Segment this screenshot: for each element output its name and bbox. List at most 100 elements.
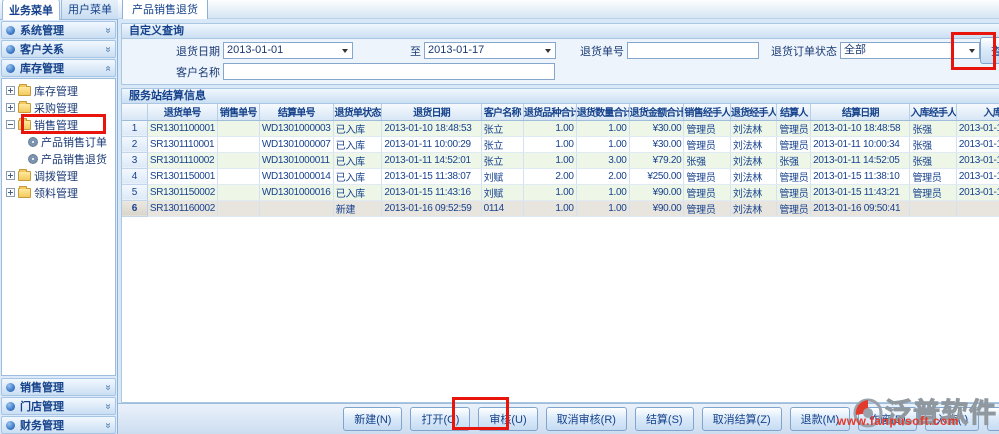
cell: ¥30.00 — [629, 136, 684, 152]
cancel-settle-button[interactable]: 取消结算(Z) — [702, 407, 782, 431]
cell: 管理员 — [777, 120, 811, 136]
expand-icon[interactable] — [6, 171, 15, 180]
cell: 张立 — [481, 136, 523, 152]
tab-user-menu[interactable]: 用户菜单 — [61, 0, 119, 19]
accordion-header[interactable]: 销售管理 — [1, 378, 116, 396]
cell: 已入库 — [333, 184, 382, 200]
accordion-header[interactable]: 门店管理 — [1, 397, 116, 415]
tree-item[interactable]: 销售管理 — [6, 116, 115, 133]
cell: WD1301000014 — [259, 168, 333, 184]
cell: 2013-01-11 14:54:27 — [956, 136, 999, 152]
return-no-input[interactable] — [627, 42, 759, 59]
table-row[interactable]: 4SR1301150001WD1301000014已入库2013-01-15 1… — [122, 168, 999, 184]
cell: 刘赋 — [481, 168, 523, 184]
table-row[interactable]: 1SR1301100001WD1301000003已入库2013-01-10 1… — [122, 120, 999, 136]
void-button[interactable]: 作废(E) — [858, 407, 917, 431]
accordion-header[interactable]: 库存管理 — [1, 59, 116, 77]
expand-icon[interactable] — [6, 86, 15, 95]
gear-icon — [28, 154, 38, 164]
tree-item[interactable]: 采购管理 — [6, 99, 115, 116]
cell: 2013-01-10 18:48:53 — [382, 120, 481, 136]
bullet-icon — [6, 421, 15, 430]
cell: 1.00 — [523, 152, 576, 168]
return-date-to-picker[interactable]: 2013-01-17 — [424, 42, 556, 59]
row-number: 2 — [122, 136, 147, 152]
settle-button[interactable]: 结算(S) — [635, 407, 694, 431]
cell: 2013-01-16 09:52:59 — [382, 200, 481, 216]
expand-icon[interactable] — [6, 103, 15, 112]
collapse-icon[interactable] — [6, 120, 15, 129]
column-header[interactable]: 结算单号 — [259, 104, 333, 120]
cell: 1.00 — [576, 136, 629, 152]
tab-product-sales-return[interactable]: 产品销售退货 — [122, 0, 208, 19]
cell: ¥30.00 — [629, 120, 684, 136]
column-header[interactable]: 销售单号 — [217, 104, 259, 120]
stock-in-button[interactable]: 入库(I) — [925, 407, 979, 431]
cell: SR1301150002 — [147, 184, 217, 200]
query-button[interactable]: 查询(Q) — [980, 37, 999, 64]
cell: 张强 — [910, 120, 956, 136]
column-header[interactable]: 退货单号 — [147, 104, 217, 120]
close-button[interactable]: 关闭(X) — [987, 407, 999, 431]
cell: 张强 — [910, 136, 956, 152]
cancel-audit-button[interactable]: 取消审核(R) — [546, 407, 627, 431]
column-header[interactable]: 退货数量合计 — [576, 104, 629, 120]
cell: 1.00 — [576, 120, 629, 136]
row-number: 6 — [122, 200, 147, 216]
accordion-header[interactable]: 客户关系 — [1, 40, 116, 58]
audit-button[interactable]: 审核(U) — [478, 407, 537, 431]
column-header[interactable]: 退货金额合计 — [629, 104, 684, 120]
column-header-rownum[interactable] — [122, 104, 147, 120]
tree-item[interactable]: 调拨管理 — [6, 167, 115, 184]
cell: 2013-01-10 18:48:58 — [811, 120, 910, 136]
cell: ¥90.00 — [629, 184, 684, 200]
tree-item[interactable]: 产品销售订单 — [6, 133, 115, 150]
cell: 管理员 — [777, 184, 811, 200]
order-status-select[interactable]: 全部 — [840, 42, 980, 59]
column-header[interactable]: 销售经手人 — [684, 104, 730, 120]
column-header[interactable]: 退货日期 — [382, 104, 481, 120]
tab-business-menu[interactable]: 业务菜单 — [2, 0, 60, 20]
table-row[interactable]: 6SR1301160002新建2013-01-16 09:52:5901141.… — [122, 200, 999, 216]
column-header[interactable]: 退货单状态 — [333, 104, 382, 120]
column-header[interactable]: 结算日期 — [811, 104, 910, 120]
tree-item[interactable]: 库存管理 — [6, 82, 115, 99]
accordion-header[interactable]: 财务管理 — [1, 416, 116, 434]
table-row[interactable]: 3SR1301110002WD1301000011已入库2013-01-11 1… — [122, 152, 999, 168]
expand-icon[interactable] — [6, 188, 15, 197]
new-button[interactable]: 新建(N) — [343, 407, 402, 431]
accordion-header[interactable]: 系统管理 — [1, 21, 116, 39]
open-button[interactable]: 打开(O) — [410, 407, 470, 431]
cell: ¥79.20 — [629, 152, 684, 168]
document-tabbar: 产品销售退货 — [118, 0, 999, 19]
action-button-bar: 新建(N) 打开(O) 审核(U) 取消审核(R) 结算(S) 取消结算(Z) 退款(M) 作… — [118, 403, 999, 434]
column-header[interactable]: 结算人 — [777, 104, 811, 120]
customer-name-input[interactable] — [223, 63, 555, 80]
cell: 刘法林 — [730, 136, 776, 152]
gear-icon — [28, 137, 38, 147]
cell: 新建 — [333, 200, 382, 216]
column-header[interactable]: 退货品种合计 — [523, 104, 576, 120]
column-header[interactable]: 客户名称 — [481, 104, 523, 120]
column-header[interactable]: 退货经手人 — [730, 104, 776, 120]
table-row[interactable]: 5SR1301150002WD1301000016已入库2013-01-15 1… — [122, 184, 999, 200]
cell: 2013-01-11 10:00:29 — [382, 136, 481, 152]
bullet-icon — [6, 26, 15, 35]
tree-item[interactable]: 产品销售退货 — [6, 150, 115, 167]
cell: 刘法林 — [730, 200, 776, 216]
column-header[interactable]: 入库日期 — [956, 104, 999, 120]
table-row[interactable]: 2SR1301110001WD1301000007已入库2013-01-11 1… — [122, 136, 999, 152]
column-header[interactable]: 入库经手人 — [910, 104, 956, 120]
tree-item-label: 库存管理 — [34, 83, 78, 99]
cell: 管理员 — [684, 120, 730, 136]
tree-item[interactable]: 领料管理 — [6, 184, 115, 201]
refund-button[interactable]: 退款(M) — [790, 407, 851, 431]
cell: 2.00 — [523, 168, 576, 184]
cell: 管理员 — [777, 200, 811, 216]
sidebar-accordion-top: 系统管理客户关系库存管理 — [0, 20, 117, 77]
return-date-from-picker[interactable]: 2013-01-01 — [223, 42, 353, 59]
to-label: 至 — [407, 43, 421, 59]
cell: 刘法林 — [730, 120, 776, 136]
cell: SR1301150001 — [147, 168, 217, 184]
folder-icon — [18, 86, 31, 96]
